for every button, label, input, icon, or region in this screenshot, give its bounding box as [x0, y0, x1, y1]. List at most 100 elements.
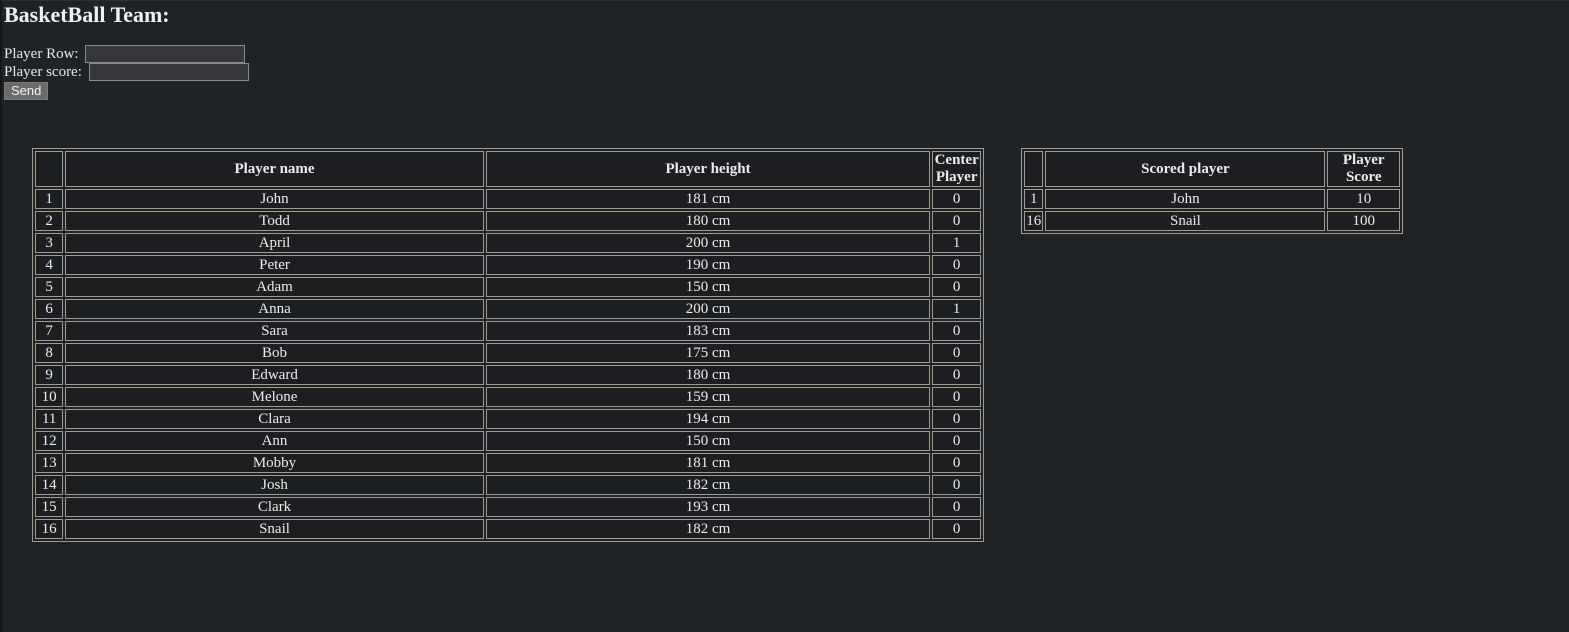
table-row: 16 Snail 100: [1024, 211, 1400, 231]
center-player-cell: 0: [932, 321, 981, 341]
player-name-cell: Mobby: [65, 453, 484, 473]
player-name-cell: Josh: [65, 475, 484, 495]
player-name-cell: Ann: [65, 431, 484, 451]
table-row: 5 Adam 150 cm 0: [35, 277, 981, 297]
player-height-cell: 180 cm: [485, 211, 931, 231]
player-height-cell: 193 cm: [485, 497, 931, 517]
player-height-cell: 182 cm: [485, 519, 931, 539]
table-row: 6 Anna 200 cm 1: [35, 299, 981, 319]
row-index-cell: 2: [35, 211, 64, 231]
row-index-cell: 10: [35, 387, 64, 407]
player-height-cell: 175 cm: [485, 343, 931, 363]
player-row-label: Player Row:: [4, 46, 83, 62]
player-name-cell: Adam: [65, 277, 484, 297]
table-row: 1 John 181 cm 0: [35, 189, 981, 209]
player-height-cell: 200 cm: [485, 299, 931, 319]
row-index-cell: 9: [35, 365, 64, 385]
center-player-cell: 0: [932, 211, 981, 231]
player-name-cell: Clark: [65, 497, 484, 517]
center-player-cell: 0: [932, 497, 981, 517]
row-index-cell: 13: [35, 453, 64, 473]
center-player-cell: 0: [932, 189, 981, 209]
player-name-cell: Todd: [65, 211, 484, 231]
player-height-cell: 183 cm: [485, 321, 931, 341]
table-row: 11 Clara 194 cm 0: [35, 409, 981, 429]
center-player-cell: 0: [932, 475, 981, 495]
players-table-header-row: Player name Player height Center Player: [35, 151, 981, 187]
center-player-cell: 0: [932, 365, 981, 385]
player-height-cell: 159 cm: [485, 387, 931, 407]
center-player-cell: 0: [932, 277, 981, 297]
player-score-input[interactable]: [88, 63, 249, 81]
player-name-cell: Edward: [65, 365, 484, 385]
table-row: 12 Ann 150 cm 0: [35, 431, 981, 451]
table-row: 14 Josh 182 cm 0: [35, 475, 981, 495]
player-name-header: Player name: [65, 151, 484, 187]
scores-table: Scored player Player Score 1 John 10 16 Snai…: [1021, 148, 1403, 234]
row-index-cell: 4: [35, 255, 64, 275]
player-row-input[interactable]: [85, 45, 246, 63]
players-index-header: [35, 151, 64, 187]
center-player-header: Center Player: [932, 151, 981, 187]
player-name-cell: John: [65, 189, 484, 209]
player-score-cell: 100: [1327, 211, 1400, 231]
player-height-cell: 180 cm: [485, 365, 931, 385]
center-player-cell: 1: [932, 299, 981, 319]
scored-player-cell: John: [1045, 189, 1326, 209]
player-height-cell: 200 cm: [485, 233, 931, 253]
row-index-cell: 16: [35, 519, 64, 539]
player-height-cell: 194 cm: [485, 409, 931, 429]
row-index-cell: 8: [35, 343, 64, 363]
scores-index-header: [1024, 151, 1044, 187]
scored-player-cell: Snail: [1045, 211, 1326, 231]
row-index-cell: 1: [1024, 189, 1044, 209]
player-name-cell: Anna: [65, 299, 484, 319]
player-score-cell: 10: [1327, 189, 1400, 209]
page-title: BasketBall Team:: [4, 2, 170, 27]
table-row: 7 Sara 183 cm 0: [35, 321, 981, 341]
row-index-cell: 1: [35, 189, 64, 209]
table-row: 13 Mobby 181 cm 0: [35, 453, 981, 473]
center-player-cell: 0: [932, 519, 981, 539]
player-height-cell: 181 cm: [485, 453, 931, 473]
row-index-cell: 11: [35, 409, 64, 429]
row-index-cell: 6: [35, 299, 64, 319]
table-row: 16 Snail 182 cm 0: [35, 519, 981, 539]
center-player-cell: 0: [932, 387, 981, 407]
center-player-cell: 1: [932, 233, 981, 253]
player-row-field-row: Player Row:: [4, 45, 249, 63]
row-index-cell: 12: [35, 431, 64, 451]
players-table: Player name Player height Center Player …: [32, 148, 984, 542]
center-player-cell: 0: [932, 409, 981, 429]
row-index-cell: 14: [35, 475, 64, 495]
center-player-cell: 0: [932, 343, 981, 363]
table-row: 3 April 200 cm 1: [35, 233, 981, 253]
row-index-cell: 16: [1024, 211, 1044, 231]
row-index-cell: 7: [35, 321, 64, 341]
player-name-cell: Clara: [65, 409, 484, 429]
scores-table-header-row: Scored player Player Score: [1024, 151, 1400, 187]
table-row: 4 Peter 190 cm 0: [35, 255, 981, 275]
row-index-cell: 5: [35, 277, 64, 297]
player-name-cell: Peter: [65, 255, 484, 275]
player-name-cell: April: [65, 233, 484, 253]
player-name-cell: Bob: [65, 343, 484, 363]
center-player-cell: 0: [932, 431, 981, 451]
player-height-cell: 190 cm: [485, 255, 931, 275]
player-score-field-row: Player score:: [4, 63, 249, 81]
center-player-cell: 0: [932, 255, 981, 275]
player-score-label: Player score:: [4, 64, 86, 80]
center-player-cell: 0: [932, 453, 981, 473]
player-score-header: Player Score: [1327, 151, 1400, 187]
player-height-header: Player height: [485, 151, 931, 187]
row-index-cell: 3: [35, 233, 64, 253]
send-button[interactable]: Send: [4, 82, 49, 100]
row-index-cell: 15: [35, 497, 64, 517]
table-row: 8 Bob 175 cm 0: [35, 343, 981, 363]
player-height-cell: 150 cm: [485, 431, 931, 451]
table-row: 15 Clark 193 cm 0: [35, 497, 981, 517]
player-name-cell: Sara: [65, 321, 484, 341]
score-form: Player Row: Player score: Send: [4, 45, 249, 100]
table-row: 9 Edward 180 cm 0: [35, 365, 981, 385]
scored-player-header: Scored player: [1045, 151, 1326, 187]
